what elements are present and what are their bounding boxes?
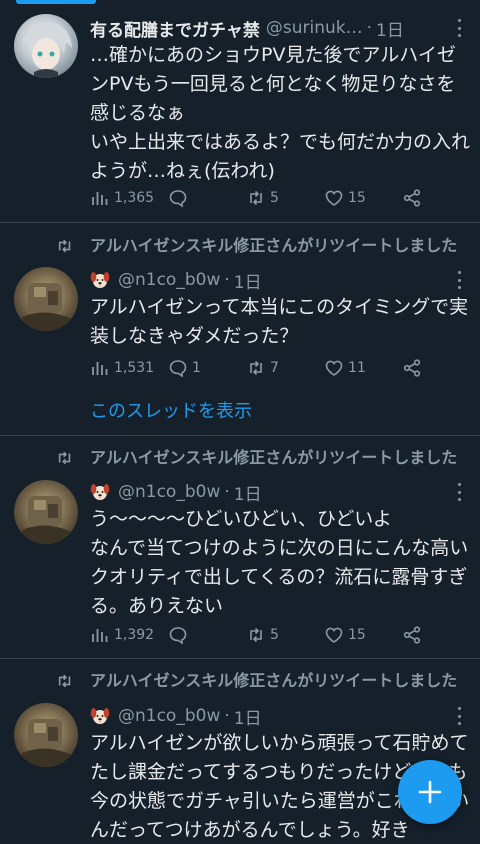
user-handle[interactable]: @surinuk… xyxy=(266,18,363,38)
heart-icon xyxy=(325,627,343,643)
more-options-icon[interactable] xyxy=(456,483,462,501)
separator-dot: · xyxy=(224,706,230,726)
tweet-actions: 1,365 5 15 xyxy=(90,188,470,208)
views-button[interactable]: 1,531 xyxy=(90,358,154,378)
avatar[interactable] xyxy=(14,703,78,767)
retweet-context[interactable]: アルハイゼンスキル修正さんがリツイートしました xyxy=(56,669,480,693)
views-count: 1,392 xyxy=(114,627,155,643)
tweet-actions: 1,531 1 7 11 xyxy=(90,358,470,378)
more-options-icon[interactable] xyxy=(456,271,462,289)
retweet-button[interactable]: 5 xyxy=(246,188,279,208)
share-button[interactable] xyxy=(402,358,426,378)
reply-button[interactable] xyxy=(168,625,192,645)
reply-count: 1 xyxy=(192,360,201,376)
avatar-image xyxy=(22,21,72,78)
separator-dot: · xyxy=(224,482,230,502)
avatar-image xyxy=(22,283,72,331)
tweet-header: @n1co_b0w · 1日 xyxy=(90,268,470,292)
views-button[interactable]: 1,392 xyxy=(90,625,154,645)
compose-tweet-button[interactable] xyxy=(398,760,462,824)
heart-icon xyxy=(325,190,343,206)
bar-chart-icon xyxy=(92,192,108,205)
avatar[interactable] xyxy=(14,267,78,331)
separator-dot: · xyxy=(366,18,372,38)
reply-button[interactable] xyxy=(168,188,192,208)
like-button[interactable]: 11 xyxy=(324,358,366,378)
tweet-header: @n1co_b0w · 1日 xyxy=(90,480,470,504)
retweet-context[interactable]: アルハイゼンスキル修正さんがリツイートしました xyxy=(56,234,480,258)
more-options-icon[interactable] xyxy=(456,19,462,37)
avatar-image xyxy=(22,496,72,544)
like-button[interactable]: 15 xyxy=(324,625,366,645)
retweet-context-label: アルハイゼンスキル修正さんがリツイートしました xyxy=(90,671,458,690)
avatar[interactable] xyxy=(14,14,78,78)
user-handle[interactable]: @n1co_b0w xyxy=(118,482,220,502)
retweet-count: 7 xyxy=(270,360,279,376)
like-count: 11 xyxy=(348,360,366,376)
retweet-context-label: アルハイゼンスキル修正さんがリツイートしました xyxy=(90,448,458,467)
tweet-text: アルハイゼンって本当にこのタイミングで実装しなきゃダメだった？ xyxy=(90,296,469,347)
user-handle[interactable]: @n1co_b0w xyxy=(118,706,220,726)
share-icon xyxy=(403,626,421,644)
share-icon xyxy=(403,359,421,377)
views-button[interactable]: 1,365 xyxy=(90,188,154,208)
retweet-count: 5 xyxy=(270,627,279,643)
retweet-context[interactable]: アルハイゼンスキル修正さんがリツイートしました xyxy=(56,446,480,470)
views-count: 1,365 xyxy=(114,190,155,206)
reply-button[interactable]: 1 xyxy=(168,358,201,378)
plus-icon xyxy=(418,780,442,804)
separator-dot: · xyxy=(224,270,230,290)
share-button[interactable] xyxy=(402,188,426,208)
timeline: 有る配膳までガチャ禁 @surinuk… · 1日 …確かにあのショウPV見た後… xyxy=(0,0,480,844)
bar-chart-icon xyxy=(92,362,108,375)
speech-bubble-icon xyxy=(169,190,187,208)
dog-face-emoji xyxy=(90,706,110,726)
share-button[interactable] xyxy=(402,625,426,645)
timestamp[interactable]: 1日 xyxy=(234,704,262,729)
speech-bubble-icon xyxy=(169,360,187,378)
tweet-1[interactable]: 有る配膳までガチャ禁 @surinuk… · 1日 …確かにあのショウPV見た後… xyxy=(0,0,480,222)
tweet-text: …確かにあのショウPV見た後でアルハイゼンPVもう一回見ると何となく物足りなさを… xyxy=(90,44,471,182)
dog-face-icon xyxy=(90,708,110,724)
like-button[interactable]: 15 xyxy=(324,188,366,208)
tweet-header: @n1co_b0w · 1日 xyxy=(90,704,470,728)
user-handle[interactable]: @n1co_b0w xyxy=(118,270,220,290)
tweet-text: う〜〜〜〜ひどいひどい、ひどいよ なんで当てつけのように次の日にこんな高いクオリ… xyxy=(90,508,469,617)
tweet-header: 有る配膳までガチャ禁 @surinuk… · 1日 xyxy=(90,16,470,40)
retweet-icon xyxy=(58,451,71,465)
retweet-icon xyxy=(250,190,262,206)
retweet-icon xyxy=(250,360,262,376)
retweet-context-label: アルハイゼンスキル修正さんがリツイートしました xyxy=(90,236,458,255)
dog-face-emoji xyxy=(90,270,110,290)
dog-face-emoji xyxy=(90,482,110,502)
retweet-icon xyxy=(250,627,262,643)
bar-chart-icon xyxy=(92,629,108,642)
views-count: 1,531 xyxy=(114,360,155,376)
heart-icon xyxy=(325,360,343,376)
more-options-icon[interactable] xyxy=(456,707,462,725)
retweet-icon xyxy=(58,674,71,688)
show-thread-link[interactable]: このスレッドを表示 xyxy=(90,397,252,423)
like-count: 15 xyxy=(348,627,366,643)
speech-bubble-icon xyxy=(169,627,187,645)
retweet-button[interactable]: 7 xyxy=(246,358,279,378)
timestamp[interactable]: 1日 xyxy=(376,16,404,41)
retweet-icon xyxy=(58,239,71,253)
tweet-3[interactable]: アルハイゼンスキル修正さんがリツイートしました @n1co_b0w · 1日 う… xyxy=(0,436,480,658)
retweet-button[interactable]: 5 xyxy=(246,625,279,645)
avatar-image xyxy=(22,719,72,767)
tweet-2[interactable]: アルハイゼンスキル修正さんがリツイートしました @n1co_b0w · 1日 ア… xyxy=(0,223,480,435)
tweet-4[interactable]: アルハイゼンスキル修正さんがリツイートしました @n1co_b0w · 1日 ア… xyxy=(0,659,480,844)
timestamp[interactable]: 1日 xyxy=(234,480,262,505)
display-name[interactable]: 有る配膳までガチャ禁 xyxy=(90,16,260,41)
dog-face-icon xyxy=(90,272,110,288)
avatar[interactable] xyxy=(14,480,78,544)
timestamp[interactable]: 1日 xyxy=(234,268,262,293)
share-icon xyxy=(403,189,421,207)
like-count: 15 xyxy=(348,190,366,206)
retweet-count: 5 xyxy=(270,190,279,206)
dog-face-icon xyxy=(90,484,110,500)
tweet-actions: 1,392 5 15 xyxy=(90,625,470,645)
